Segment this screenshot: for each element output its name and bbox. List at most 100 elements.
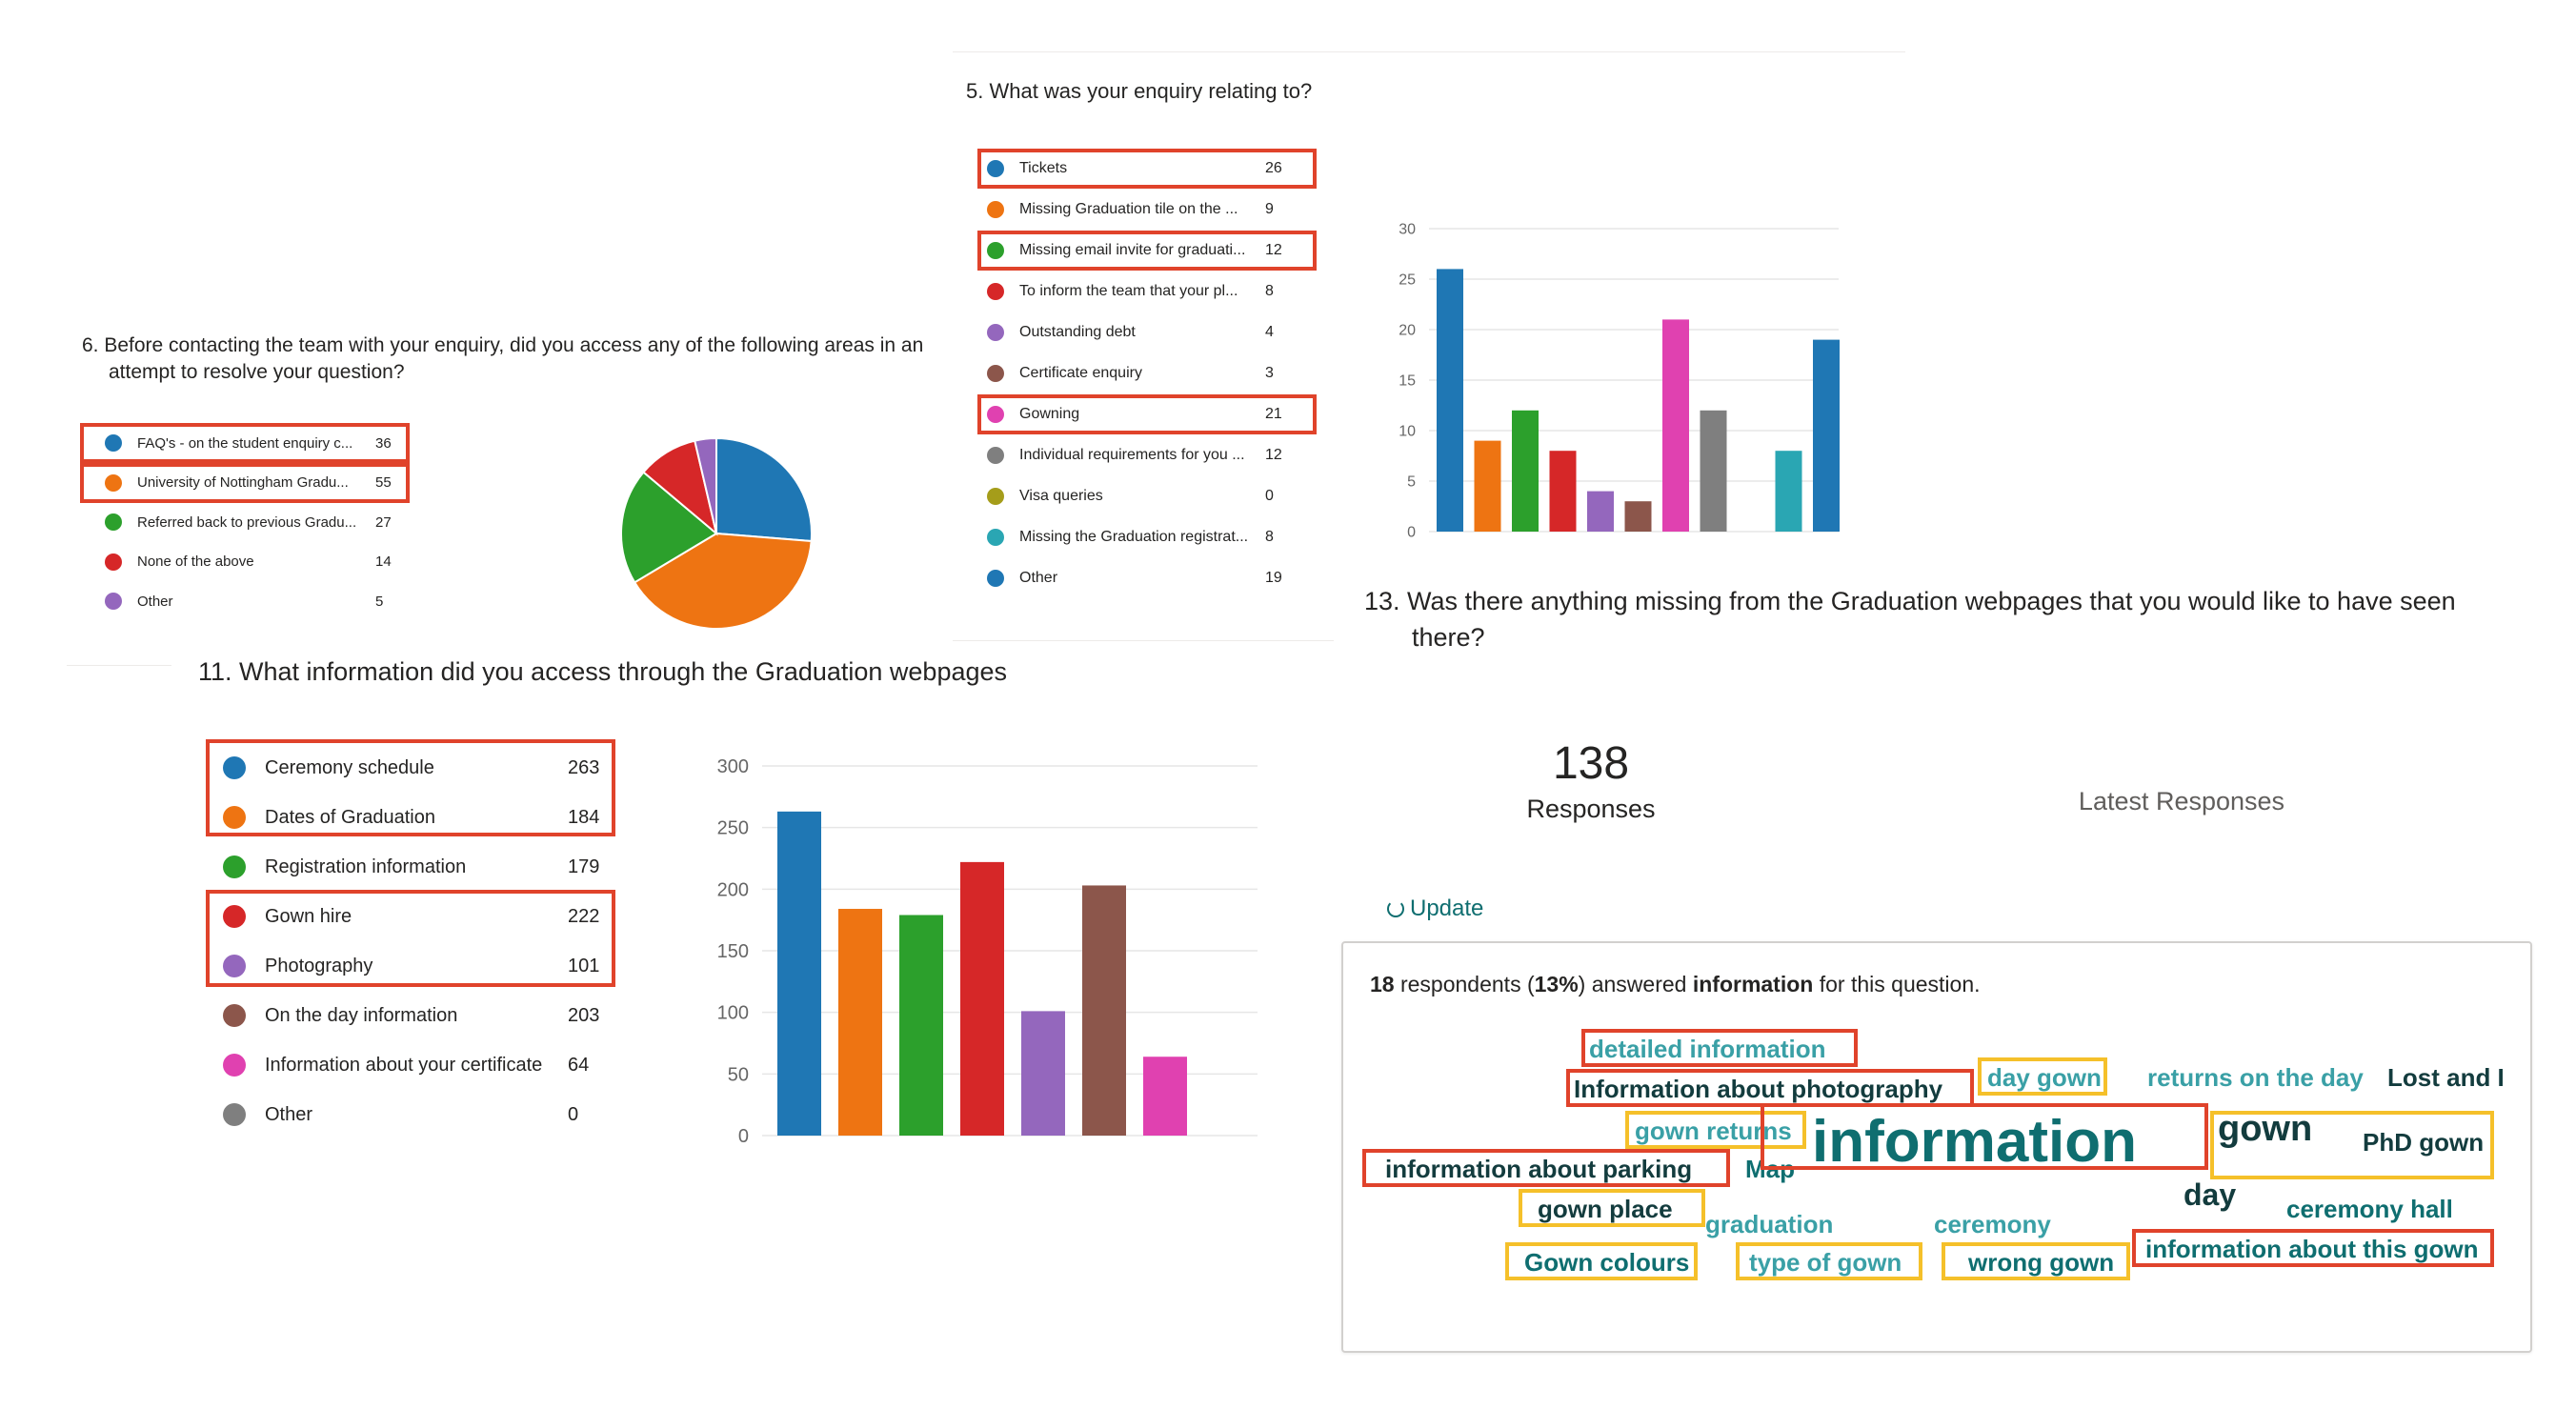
divider-left [67, 665, 171, 666]
bar[interactable] [1437, 269, 1463, 532]
bar[interactable] [1549, 451, 1577, 532]
legend-count: 19 [1265, 570, 1282, 586]
legend-label: Missing the Graduation registrat... [1019, 529, 1249, 545]
legend-item: On the day information 203 [223, 996, 604, 1035]
highlight-box [977, 394, 1317, 434]
legend-swatch [987, 365, 1004, 382]
y-tick-label: 15 [1399, 373, 1416, 390]
highlight-box [1978, 1057, 2107, 1096]
bar[interactable] [1700, 410, 1727, 532]
cloud-word[interactable]: day [2184, 1179, 2236, 1210]
highlight-box [2132, 1229, 2494, 1267]
legend-item: Certificate enquiry 3 [987, 359, 1301, 388]
y-tick-label: 100 [717, 1003, 749, 1024]
bar[interactable] [1662, 319, 1689, 532]
bar[interactable] [1143, 1057, 1187, 1136]
cloud-word[interactable]: ceremony hall [2286, 1197, 2453, 1221]
bar[interactable] [960, 861, 1004, 1136]
q5-question: 5. What was your enquiry relating to? [966, 79, 1313, 103]
legend-label: Referred back to previous Gradu... [137, 513, 356, 531]
legend-item: To inform the team that your pl... 8 [987, 277, 1301, 306]
y-tick-label: 250 [717, 818, 749, 839]
bar[interactable] [1624, 501, 1652, 532]
bar[interactable] [1512, 410, 1539, 532]
legend-count: 4 [1265, 324, 1274, 340]
cloud-word[interactable]: returns on the day [2147, 1065, 2364, 1090]
highlight-box [1581, 1029, 1858, 1067]
legend-count: 14 [375, 554, 392, 570]
legend-item: Missing the Graduation registrat... 8 [987, 523, 1301, 552]
legend-swatch [223, 1054, 246, 1077]
y-tick-label: 150 [717, 941, 749, 962]
pie-slice[interactable] [715, 436, 813, 543]
highlight-box [1761, 1103, 2208, 1170]
legend-label: To inform the team that your pl... [1019, 283, 1238, 299]
divider-top [953, 51, 1905, 52]
bar[interactable] [1775, 451, 1802, 532]
summary-tail: for this question. [1813, 972, 1981, 996]
highlight-box [80, 423, 410, 463]
legend-count: 8 [1265, 529, 1274, 545]
highlight-box [2210, 1111, 2494, 1179]
legend-item: Missing Graduation tile on the ... 9 [987, 195, 1301, 224]
y-tick-label: 30 [1399, 222, 1416, 238]
legend-swatch [223, 1103, 246, 1126]
legend-item: Outstanding debt 4 [987, 318, 1301, 347]
y-tick-label: 300 [717, 756, 749, 777]
divider-mid [953, 640, 1334, 641]
legend-label: Other [1019, 570, 1058, 586]
summary-mid2: ) answered [1578, 972, 1693, 996]
legend-swatch [987, 529, 1004, 546]
legend-item: Individual requirements for you ... 12 [987, 441, 1301, 470]
legend-item: None of the above 14 [105, 548, 400, 576]
legend-count: 3 [1265, 365, 1274, 381]
bar[interactable] [1587, 491, 1614, 532]
highlight-box [1505, 1242, 1698, 1280]
legend-count: 12 [1265, 447, 1282, 463]
highlight-box [1942, 1242, 2130, 1280]
cloud-word[interactable]: ceremony [1934, 1212, 2051, 1237]
summary-mid1: respondents ( [1394, 972, 1535, 996]
cloud-word[interactable]: Lost and I [2387, 1065, 2509, 1090]
highlight-box [206, 890, 615, 987]
legend-count: 203 [568, 1004, 600, 1026]
y-tick-label: 10 [1399, 424, 1416, 440]
update-button[interactable]: Update [1387, 896, 1483, 922]
legend-item: Visa queries 0 [987, 482, 1301, 511]
legend-label: None of the above [137, 554, 254, 570]
bar[interactable] [1474, 440, 1501, 532]
legend-label: Visa queries [1019, 488, 1103, 504]
legend-swatch [987, 570, 1004, 587]
bar[interactable] [777, 811, 821, 1136]
legend-swatch [987, 283, 1004, 300]
bar[interactable] [899, 915, 943, 1136]
legend-item: Other 0 [223, 1096, 604, 1134]
y-tick-label: 200 [717, 879, 749, 900]
bar[interactable] [1813, 339, 1840, 532]
legend-label: Missing Graduation tile on the ... [1019, 201, 1238, 217]
q11-bar-chart: 0 50 100 150 200 250 300 [717, 756, 1258, 1143]
legend-item: Information about your certificate 64 [223, 1046, 604, 1084]
bar[interactable] [1021, 1011, 1065, 1136]
legend-label: Individual requirements for you ... [1019, 447, 1245, 463]
bar[interactable] [838, 909, 882, 1136]
refresh-icon [1387, 900, 1404, 917]
summary-text: 18 respondents (13%) answered informatio… [1370, 972, 1981, 997]
summary-keyword: information [1692, 972, 1814, 996]
y-tick-label: 20 [1399, 323, 1416, 339]
responses-label: Responses [1526, 795, 1656, 823]
legend-swatch [987, 488, 1004, 505]
highlight-box [80, 463, 410, 503]
legend-count: 179 [568, 855, 600, 877]
cloud-word[interactable]: graduation [1705, 1212, 1833, 1237]
y-tick-label: 50 [728, 1064, 749, 1085]
latest-responses-link[interactable]: Latest Responses [2058, 787, 2305, 816]
legend-label: Outstanding debt [1019, 324, 1136, 340]
legend-label: Registration information [265, 855, 467, 877]
update-label: Update [1410, 896, 1484, 921]
legend-count: 0 [1265, 488, 1274, 504]
q6-question-line1: 6. Before contacting the team with your … [82, 334, 924, 356]
legend-item: Other 19 [987, 564, 1301, 593]
legend-label: Other [137, 593, 173, 610]
bar[interactable] [1082, 885, 1126, 1136]
